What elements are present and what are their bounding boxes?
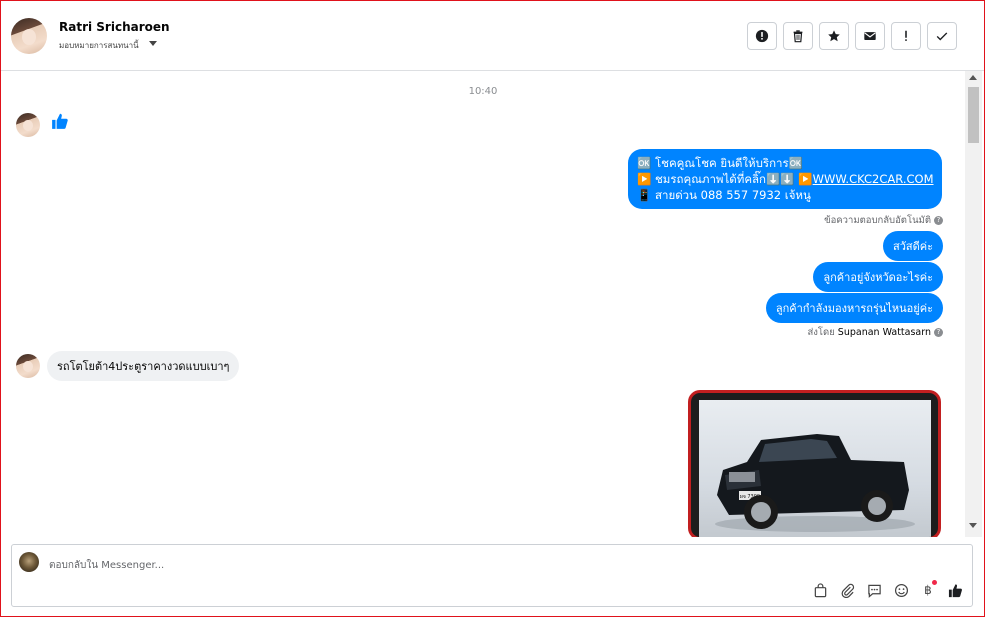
thumbs-up-icon — [948, 583, 962, 597]
contact-avatar[interactable] — [11, 18, 47, 54]
message-thread[interactable]: 10:40 🆗 โชคคูณโชค ยินดีให้บริการ🆗 ▶️ ชมร… — [1, 71, 965, 537]
check-icon — [936, 32, 948, 41]
reply-input[interactable] — [49, 556, 649, 574]
auto-reply-line-2-text: ▶️ ชมรถคุณภาพได้ที่คลิ๊ก⬇️⬇️ ▶️ — [637, 172, 813, 186]
message-timestamp: 10:40 — [468, 86, 498, 97]
contact-name[interactable]: Ratri Sricharoen — [59, 20, 170, 34]
thumbs-up-icon — [52, 113, 68, 129]
auto-reply-note: ข้อความตอบกลับอัตโนมัติ? — [824, 213, 943, 228]
auto-reply-line-1: 🆗 โชคคูณโชค ยินดีให้บริการ🆗 — [637, 156, 803, 170]
bag-icon — [814, 582, 826, 597]
scrollbar-thumb[interactable] — [968, 87, 979, 143]
trash-icon — [793, 30, 803, 43]
car-photo: ผจ 7399 — [699, 400, 931, 537]
website-link[interactable]: WWW.CKC2CAR.COM — [813, 172, 934, 186]
help-icon[interactable]: ? — [934, 216, 943, 225]
sent-by-name: Supanan Wattasarn — [837, 327, 931, 338]
outgoing-message[interactable]: ลูกค้ากำลังมองหารถรุ่นไหนอยู่ค่ะ — [765, 293, 943, 323]
thread-scrollbar[interactable] — [965, 71, 982, 537]
outgoing-message[interactable]: ลูกค้าอยู่จังหวัดอะไรค่ะ — [813, 262, 943, 292]
star-button[interactable] — [819, 22, 849, 50]
sender-avatar[interactable] — [16, 354, 40, 378]
outgoing-message[interactable]: สวัสดีค่ะ — [882, 231, 943, 261]
scroll-down-arrow-icon[interactable] — [969, 523, 977, 528]
comment-icon — [867, 584, 881, 598]
report-button[interactable] — [747, 22, 777, 50]
sent-by-note: ส่งโดย Supanan Wattasarn? — [807, 325, 943, 340]
chevron-down-icon[interactable] — [149, 41, 157, 46]
saved-replies-button[interactable] — [865, 581, 883, 599]
shop-button[interactable] — [811, 581, 829, 599]
auto-reply-line-2: ▶️ ชมรถคุณภาพได้ที่คลิ๊ก⬇️⬇️ ▶️WWW.CKC2C… — [637, 171, 934, 187]
sender-avatar[interactable] — [16, 113, 40, 137]
scroll-up-arrow-icon[interactable] — [969, 75, 977, 80]
important-button[interactable] — [891, 22, 921, 50]
sent-by-label: ส่งโดย — [807, 327, 835, 338]
emoji-button[interactable] — [892, 581, 910, 599]
incoming-message[interactable]: รถโตโยต้า4ประตูราคางวดแบบเบาๆ — [47, 351, 240, 381]
assign-conversation-label[interactable]: มอบหมายการสนทนานี้ — [59, 39, 139, 52]
auto-reply-note-text: ข้อความตอบกลับอัตโนมัติ — [824, 215, 931, 226]
pickup-truck-image: ผจ 7399 — [715, 434, 915, 532]
car-photo-attachment[interactable]: ผจ 7399 — [688, 390, 941, 537]
exclamation-icon — [905, 30, 907, 41]
auto-reply-line-3: 📱 สายด่วน 088 557 7932 เจ้หนู — [637, 188, 811, 202]
alert-icon — [755, 29, 769, 43]
mark-unread-button[interactable] — [855, 22, 885, 50]
composer-toolbar: ฿ — [802, 580, 964, 599]
help-icon[interactable]: ? — [934, 328, 943, 337]
mark-done-button[interactable] — [927, 22, 957, 50]
conversation-header: Ratri Sricharoen มอบหมายการสนทนานี้ — [1, 1, 984, 71]
auto-reply-message[interactable]: 🆗 โชคคูณโชค ยินดีให้บริการ🆗 ▶️ ชมรถคุณภา… — [628, 149, 942, 209]
payment-button[interactable]: ฿ — [919, 580, 937, 599]
attach-button[interactable] — [838, 581, 856, 599]
send-like-button[interactable] — [946, 581, 964, 599]
page-avatar — [19, 552, 39, 572]
notification-dot — [932, 580, 937, 585]
reply-composer: ฿ — [11, 544, 973, 607]
star-icon — [828, 30, 840, 42]
mail-icon — [864, 32, 876, 40]
delete-button[interactable] — [783, 22, 813, 50]
paperclip-icon — [841, 583, 854, 598]
header-actions — [747, 22, 963, 50]
emoji-icon — [894, 583, 908, 597]
baht-icon: ฿ — [924, 583, 932, 597]
messenger-window: Ratri Sricharoen มอบหมายการสนทนานี้ 10:4… — [0, 0, 985, 617]
